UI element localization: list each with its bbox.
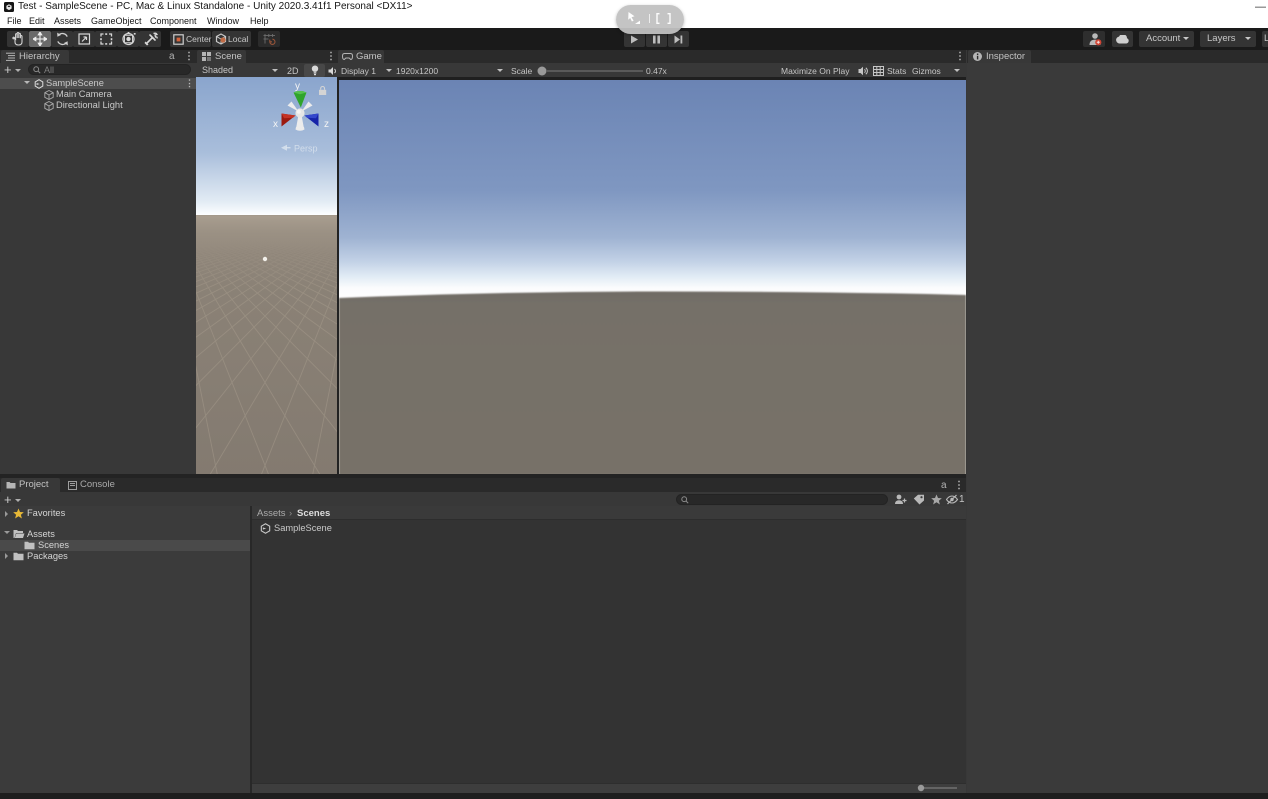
svg-text:Persp: Persp (294, 144, 318, 154)
svg-text:z: z (324, 119, 329, 130)
svg-text:x: x (273, 119, 278, 130)
svg-text:y: y (295, 81, 300, 92)
